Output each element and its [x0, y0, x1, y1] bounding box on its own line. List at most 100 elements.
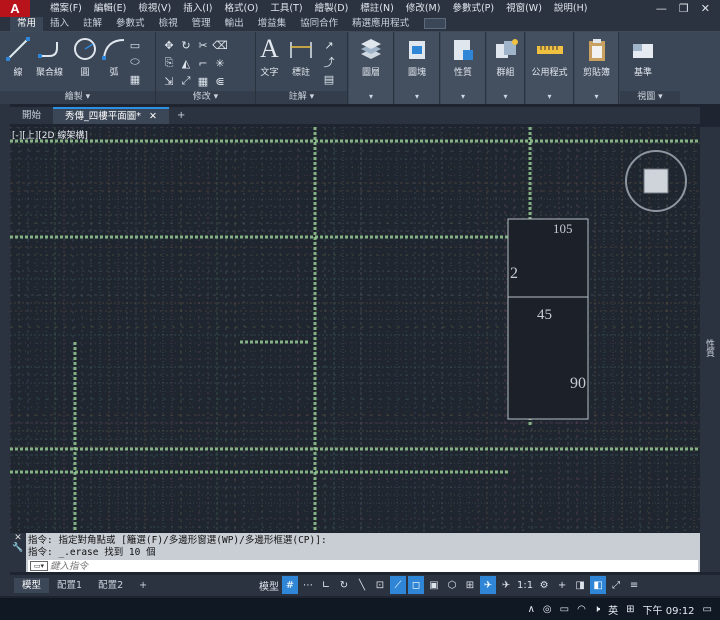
gear-icon[interactable]: ⚙	[536, 576, 552, 594]
transparency-icon[interactable]: ◻	[408, 576, 424, 594]
tab-parametric[interactable]: 參數式	[109, 17, 152, 31]
snap-icon[interactable]: ⋯	[300, 576, 316, 594]
ime-mode-icon[interactable]: ⊞	[626, 604, 634, 615]
selection-cycling-icon[interactable]: ▣	[426, 576, 442, 594]
leader-style-icon[interactable]: ⤴	[322, 55, 336, 69]
plus-icon[interactable]: +	[554, 576, 570, 594]
tab-addins[interactable]: 增益集	[251, 17, 294, 31]
close-tab-icon[interactable]: ✕	[149, 111, 157, 122]
auto-scale-icon[interactable]: ✈	[498, 576, 514, 594]
trim-icon[interactable]: ✂	[196, 38, 210, 52]
ime-language[interactable]: 英	[608, 602, 618, 617]
restore-icon[interactable]: ❐	[679, 2, 689, 15]
tab-view[interactable]: 檢視	[152, 17, 185, 31]
menu-edit[interactable]: 編輯(E)	[88, 0, 132, 17]
menu-format[interactable]: 格式(O)	[218, 0, 264, 17]
move-icon[interactable]: ✥	[162, 38, 176, 52]
model-space-button[interactable]: 模型	[258, 576, 280, 594]
panel-annotation-title[interactable]: 註解 ▾	[256, 91, 347, 104]
scale-readout[interactable]: 1:1	[516, 576, 534, 594]
app-tray-icon[interactable]: ◎	[543, 604, 552, 615]
volume-icon[interactable]: 🕨	[594, 604, 600, 615]
menu-help[interactable]: 說明(H)	[548, 0, 594, 17]
hardware-acceleration-icon[interactable]: ◨	[572, 576, 588, 594]
line-tool[interactable]: 線	[5, 36, 31, 78]
ribbon-options-button[interactable]	[424, 18, 447, 29]
battery-icon[interactable]: ▭	[560, 604, 569, 615]
polyline-tool[interactable]: 聚合線	[36, 36, 63, 78]
command-prompt-icon[interactable]: ▭▾	[30, 561, 48, 571]
menu-modify[interactable]: 修改(M)	[400, 0, 447, 17]
tray-overflow-icon[interactable]: ∧	[528, 604, 535, 615]
command-input[interactable]	[50, 560, 650, 572]
fillet-icon[interactable]: ⌐	[196, 56, 210, 70]
tab-featured-apps[interactable]: 精選應用程式	[345, 17, 416, 31]
clipboard-button[interactable]: 剪貼簿 ▾	[575, 32, 619, 104]
3d-osnap-icon[interactable]: ⬡	[444, 576, 460, 594]
annotation-scale-icon[interactable]: ✈	[480, 576, 496, 594]
layers-button[interactable]: 圖層 ▾	[349, 32, 394, 104]
stretch-icon[interactable]: ⇲	[162, 74, 176, 88]
erase-icon[interactable]: ⌫	[212, 38, 228, 52]
isolate-objects-icon[interactable]: ◧	[590, 576, 607, 594]
polar-icon[interactable]: ↻	[336, 576, 352, 594]
offset-icon[interactable]: ⋐	[213, 74, 227, 88]
lineweight-icon[interactable]: ⟋	[390, 576, 406, 594]
properties-palette-tab[interactable]: 性質	[704, 339, 716, 365]
annotation-visibility-icon[interactable]: ⊞	[462, 576, 478, 594]
viewcube[interactable]	[622, 147, 690, 215]
menu-file[interactable]: 檔案(F)	[44, 0, 88, 17]
ortho-icon[interactable]: ∟	[318, 576, 334, 594]
copy-icon[interactable]: ⎘	[162, 56, 176, 70]
table-icon[interactable]: ▤	[322, 72, 336, 86]
panel-modify-title[interactable]: 修改 ▾	[156, 91, 255, 104]
arc-tool[interactable]: 弧	[101, 36, 127, 78]
customize-icon[interactable]: ≡	[626, 576, 642, 594]
tab-collaborate[interactable]: 協同合作	[293, 17, 345, 31]
scale-icon[interactable]: ⤢	[179, 74, 193, 88]
menu-parametric[interactable]: 參數式(P)	[446, 0, 500, 17]
isodraft-icon[interactable]: ╲	[354, 576, 370, 594]
groups-button[interactable]: 群組 ▾	[487, 32, 525, 104]
minimize-icon[interactable]: —	[656, 2, 667, 15]
tab-model[interactable]: 模型	[14, 578, 50, 593]
viewport-controls[interactable]: [-][上][2D 線架構]	[12, 128, 88, 141]
tab-insert[interactable]: 插入	[43, 17, 76, 31]
text-tool[interactable]: A 文字	[260, 36, 279, 79]
tab-active-drawing[interactable]: 秀傳_四樓平面圖* ✕	[53, 107, 169, 124]
ellipse-icon[interactable]: ⬭	[128, 55, 142, 69]
drawing-canvas[interactable]: [-][上][2D 線架構] 105 2 45 90	[10, 127, 700, 532]
add-layout-button[interactable]: +	[131, 578, 155, 593]
command-line-handle[interactable]: ✕ 🔧	[10, 533, 26, 572]
mirror-icon[interactable]: ◭	[179, 56, 193, 70]
rotate-icon[interactable]: ↻	[179, 38, 193, 52]
menu-insert[interactable]: 插入(I)	[177, 0, 218, 17]
leader-icon[interactable]: ↗	[322, 38, 336, 52]
tab-layout2[interactable]: 配置2	[90, 578, 131, 593]
menu-view[interactable]: 檢視(V)	[132, 0, 177, 17]
grid-icon[interactable]: #	[282, 576, 298, 594]
tab-manage[interactable]: 管理	[185, 17, 218, 31]
fullscreen-icon[interactable]: ⤢	[608, 576, 624, 594]
panel-view-title[interactable]: 視圖 ▾	[620, 91, 680, 104]
tab-start[interactable]: 開始	[10, 107, 53, 124]
dimension-tool[interactable]: 標註	[288, 36, 314, 78]
circle-tool[interactable]: 圓	[72, 36, 98, 78]
clock[interactable]: 下午 09:12	[643, 602, 695, 617]
notification-icon[interactable]: ▭	[703, 604, 712, 615]
app-logo[interactable]: A	[0, 0, 30, 17]
explode-icon[interactable]: ✳	[213, 56, 227, 70]
close-icon[interactable]: ✕	[701, 2, 710, 15]
new-tab-button[interactable]: +	[169, 107, 193, 124]
menu-tools[interactable]: 工具(T)	[264, 0, 308, 17]
menu-window[interactable]: 視窗(W)	[500, 0, 548, 17]
utilities-button[interactable]: 公用程式 ▾	[526, 32, 574, 104]
base-view-tool[interactable]: 基準	[630, 40, 656, 78]
properties-button[interactable]: 性質 ▾	[441, 32, 486, 104]
hatch-icon[interactable]: ▦	[128, 72, 142, 86]
tab-layout1[interactable]: 配置1	[49, 578, 90, 593]
rectangle-icon[interactable]: ▭	[128, 38, 142, 52]
tab-annotate[interactable]: 註解	[76, 17, 109, 31]
menu-dimension[interactable]: 標註(N)	[354, 0, 400, 17]
block-button[interactable]: 圖塊 ▾	[395, 32, 440, 104]
